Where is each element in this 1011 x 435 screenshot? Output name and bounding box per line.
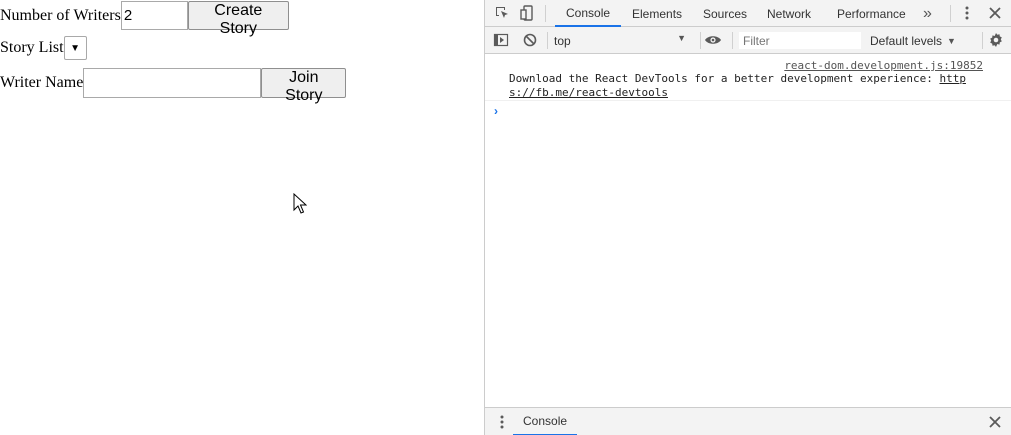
drawer-tab-label: Console — [523, 414, 568, 428]
inspect-element-icon[interactable] — [493, 4, 511, 22]
dropdown-arrow-icon: ▼ — [947, 35, 956, 46]
console-filter-bar: top ▼ Filter Default levels ▼ — [485, 27, 1011, 54]
story-list-label: Story List — [0, 39, 64, 56]
devtools-panel: Console Elements Sources Network Perform… — [484, 0, 1011, 435]
close-drawer-icon[interactable] — [986, 413, 1004, 431]
toolbar-divider — [545, 5, 546, 22]
device-toolbar-icon[interactable] — [519, 4, 537, 22]
filter-placeholder: Filter — [743, 33, 770, 48]
tab-console-label: Console — [566, 5, 611, 20]
console-message: react-dom.development.js:19852 Download … — [485, 58, 1011, 101]
writer-name-label: Writer Name — [0, 74, 84, 91]
console-prompt-icon[interactable]: › — [494, 104, 498, 118]
customize-menu-icon[interactable] — [958, 4, 976, 22]
toolbar-divider — [547, 32, 548, 49]
number-of-writers-input[interactable] — [120, 1, 188, 30]
devtools-main-toolbar: Console Elements Sources Network Perform… — [485, 0, 1011, 27]
console-output[interactable]: react-dom.development.js:19852 Download … — [485, 54, 1011, 407]
toolbar-divider — [950, 5, 951, 22]
story-list-select[interactable]: ▼ — [63, 36, 87, 60]
tab-sources[interactable]: Sources — [703, 0, 747, 27]
more-tabs-glyph: » — [923, 4, 932, 22]
toolbar-divider — [982, 32, 983, 49]
drawer-tab-console[interactable]: Console — [513, 408, 578, 435]
context-value: top — [554, 33, 571, 48]
log-levels-dropdown[interactable]: Default levels ▼ — [870, 32, 956, 49]
devtools-drawer: Console — [485, 407, 1011, 435]
close-devtools-icon[interactable] — [986, 4, 1004, 22]
join-story-button[interactable]: Join Story — [261, 68, 347, 104]
story-list-row: Story List ▼ — [0, 36, 87, 60]
toolbar-divider — [700, 32, 701, 49]
more-tabs-icon[interactable]: » — [923, 0, 932, 27]
tab-console[interactable]: Console — [555, 0, 622, 27]
dropdown-arrow-icon: ▼ — [677, 33, 686, 43]
console-settings-gear-icon[interactable] — [987, 31, 1005, 49]
tab-elements-label: Elements — [632, 6, 683, 21]
log-levels-label: Default levels — [870, 33, 943, 48]
dropdown-arrow-icon: ▼ — [70, 42, 81, 54]
mouse-cursor-icon — [293, 193, 307, 214]
live-expression-eye-icon[interactable] — [704, 31, 722, 49]
message-source-link[interactable]: react-dom.development.js:19852 — [784, 59, 983, 72]
tab-performance-label: Performance — [837, 6, 906, 21]
message-text: Download the React DevTools for a better… — [509, 72, 979, 100]
number-of-writers-label: Number of Writers — [0, 6, 121, 24]
app-pane: Number of Writers Create Story Story Lis… — [0, 0, 484, 435]
drawer-menu-icon[interactable] — [493, 413, 511, 431]
writer-name-input[interactable] — [83, 68, 262, 98]
message-line-text: Download the React DevTools for a better… — [509, 72, 940, 85]
show-sidebar-icon[interactable] — [492, 31, 510, 49]
join-story-row: Writer Name Join Story — [0, 68, 347, 104]
context-selector[interactable]: top ▼ — [554, 32, 690, 49]
toolbar-divider — [732, 32, 733, 49]
tab-sources-label: Sources — [703, 6, 748, 21]
create-story-row: Number of Writers Create Story — [0, 1, 289, 37]
clear-console-icon[interactable] — [521, 31, 539, 49]
tab-elements[interactable]: Elements — [632, 0, 682, 27]
devtools-link-part1[interactable]: http — [939, 72, 966, 85]
create-story-button[interactable]: Create Story — [187, 1, 289, 37]
tab-performance[interactable]: Performance — [837, 0, 906, 27]
devtools-link-part2[interactable]: s://fb.me/react-devtools — [509, 86, 668, 99]
console-filter-input[interactable]: Filter — [738, 31, 862, 50]
tab-network[interactable]: Network — [767, 0, 811, 27]
tab-network-label: Network — [767, 6, 812, 21]
